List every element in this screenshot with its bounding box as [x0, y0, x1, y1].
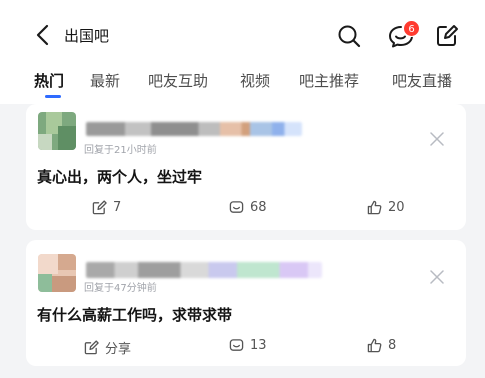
- post-title[interactable]: 真心出，两个人，坐过牢: [37, 166, 202, 187]
- like-button[interactable]: 8: [367, 338, 396, 353]
- like-count: 20: [388, 200, 405, 215]
- tab-live[interactable]: 吧友直播: [392, 70, 452, 92]
- post-card[interactable]: 回复于47分钟前 有什么高薪工作吗，求带求带 分享 13 8: [26, 240, 466, 366]
- tab-moderator-picks[interactable]: 吧主推荐: [299, 70, 359, 92]
- thumbs-up-icon: [367, 200, 382, 215]
- close-icon[interactable]: [430, 270, 444, 284]
- comment-icon: [229, 201, 244, 213]
- share-button[interactable]: 7: [92, 200, 121, 215]
- tab-latest[interactable]: 最新: [90, 70, 120, 92]
- username-blurred: [86, 262, 322, 278]
- thumbs-up-icon: [367, 338, 382, 353]
- avatar[interactable]: [38, 112, 76, 150]
- post-card[interactable]: 回复于21小时前 真心出，两个人，坐过牢 7 68 20: [26, 104, 466, 230]
- share-icon: [84, 340, 99, 355]
- comment-count: 13: [250, 338, 267, 353]
- tab-mutual-help[interactable]: 吧友互助: [148, 70, 208, 92]
- reply-time: 回复于21小时前: [84, 145, 157, 156]
- back-arrow-icon[interactable]: [34, 24, 52, 46]
- message-badge: 6: [403, 20, 420, 37]
- post-title[interactable]: 有什么高薪工作吗，求带求带: [37, 304, 232, 325]
- top-bar: 出国吧 6: [0, 0, 485, 70]
- search-icon[interactable]: [337, 24, 361, 48]
- tab-hot[interactable]: 热门: [34, 70, 64, 92]
- comment-count: 68: [250, 200, 267, 215]
- comment-button[interactable]: 68: [229, 200, 267, 215]
- tab-video[interactable]: 视频: [240, 70, 270, 92]
- forum-title: 出国吧: [64, 27, 110, 45]
- share-count: 7: [113, 200, 122, 215]
- tab-bar: 热门 最新 吧友互助 视频 吧主推荐 吧友直播: [0, 70, 485, 104]
- username-blurred: [86, 122, 302, 136]
- close-icon[interactable]: [430, 132, 444, 146]
- comment-icon: [229, 339, 244, 351]
- share-icon: [92, 200, 107, 215]
- like-button[interactable]: 20: [367, 200, 405, 215]
- like-count: 8: [388, 338, 397, 353]
- edit-icon[interactable]: [435, 24, 459, 48]
- comment-button[interactable]: 13: [229, 338, 267, 353]
- avatar[interactable]: [38, 254, 76, 292]
- share-button[interactable]: 分享: [84, 338, 131, 357]
- reply-time: 回复于47分钟前: [84, 283, 157, 294]
- share-label: 分享: [105, 342, 132, 357]
- active-tab-indicator: [45, 95, 61, 98]
